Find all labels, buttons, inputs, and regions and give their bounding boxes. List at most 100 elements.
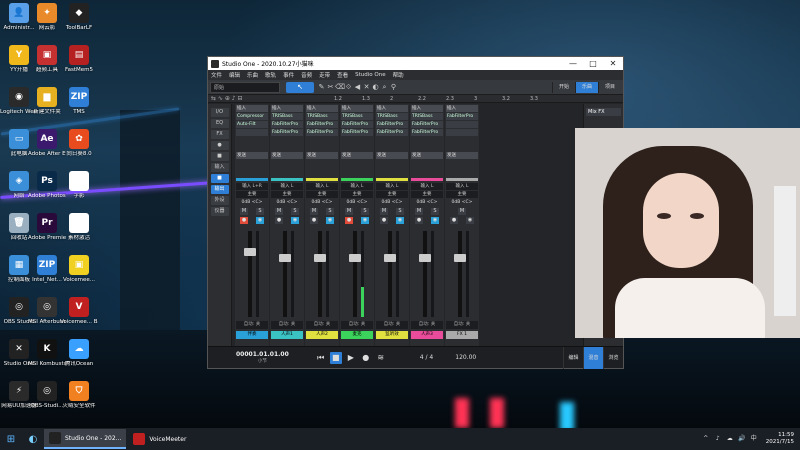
window-titlebar[interactable]: Studio One - 2020.10.27小猫咪 — □ ✕ — [208, 57, 623, 70]
output-route[interactable]: 主要 — [236, 191, 268, 198]
solo-button[interactable]: S — [396, 208, 404, 215]
insert-slot[interactable]: 插入 — [376, 105, 408, 112]
automation-mode[interactable]: 自动: 关 — [271, 321, 303, 329]
tempo-value[interactable]: 120.00 — [455, 354, 476, 361]
insert-slot[interactable] — [236, 129, 268, 136]
monitor-icon[interactable]: ◉ — [256, 217, 264, 224]
pencil-tool-icon[interactable]: ✎ — [317, 82, 326, 93]
channel-name[interactable]: 伴奏 — [236, 331, 268, 339]
timeline-ruler[interactable]: ⇆ ∿ ⊕ ♪ ⊟ 1.2 1.3 2 2.2 2.3 3 3.2 3.3 — [208, 95, 623, 103]
listen-tool-icon[interactable]: ⚲ — [389, 82, 398, 93]
channel-name[interactable]: 麦克 — [341, 331, 373, 339]
solo-button[interactable]: S — [431, 208, 439, 215]
output-route[interactable]: 主要 — [306, 191, 338, 198]
menu-event[interactable]: 事件 — [283, 71, 294, 79]
volume-fader[interactable] — [349, 254, 361, 263]
tab-edit[interactable]: 编辑 — [563, 346, 583, 369]
input-route[interactable]: 输入 L — [376, 183, 408, 190]
monitor-icon[interactable]: ◉ — [326, 217, 334, 224]
output-route[interactable]: 主要 — [446, 191, 478, 198]
input-view-button[interactable]: 输入 — [210, 163, 229, 172]
monitor-icon[interactable]: ◉ — [291, 217, 299, 224]
sends-header[interactable]: 发送 — [236, 152, 268, 159]
preset-combo[interactable]: 原始 — [210, 81, 280, 93]
close-button[interactable]: ✕ — [603, 59, 623, 68]
insert-slot[interactable]: FabFilterPro — [446, 113, 478, 120]
record-view-button[interactable]: ● — [210, 141, 229, 150]
menu-edit[interactable]: 编辑 — [229, 71, 240, 79]
tray-chevron-icon[interactable]: ^ — [702, 435, 710, 443]
channel-name[interactable]: 监听效 — [376, 331, 408, 339]
sends-header[interactable]: 发送 — [271, 152, 303, 159]
menu-audio[interactable]: 音频 — [301, 71, 312, 79]
input-route[interactable]: 输入 L — [411, 183, 443, 190]
edge-browser-icon[interactable]: ◐ — [22, 434, 44, 445]
fader-track[interactable] — [318, 231, 322, 317]
time-display[interactable]: 00001.01.01.00 小节 — [236, 351, 289, 364]
insert-slot[interactable]: FabFilterPro — [341, 121, 373, 128]
solo-button[interactable]: S — [291, 208, 299, 215]
view-toggle-button[interactable]: ■ — [210, 174, 229, 183]
rewind-icon[interactable]: ⏮ — [315, 352, 327, 364]
insert-slot[interactable]: TRISBass — [411, 113, 443, 120]
mute-tool-icon[interactable]: ✕ — [362, 82, 371, 93]
fader-track[interactable] — [283, 231, 287, 317]
pan-readout[interactable]: 0dB <C> — [446, 200, 478, 206]
menu-song[interactable]: 乐曲 — [247, 71, 258, 79]
view-toggle-button[interactable]: ■ — [210, 152, 229, 161]
insert-slot[interactable]: FabFilterPro — [411, 121, 443, 128]
volume-fader[interactable] — [419, 254, 431, 263]
volume-fader[interactable] — [384, 254, 396, 263]
insert-slot[interactable]: Auto-Filt — [236, 121, 268, 128]
monitor-icon[interactable]: ◉ — [361, 217, 369, 224]
channel-name[interactable]: 人声3 — [411, 331, 443, 339]
automation-mode[interactable]: 自动: 关 — [411, 321, 443, 329]
arrow-tool-button[interactable]: ↖ — [286, 81, 314, 93]
mute-button[interactable]: M — [240, 208, 248, 215]
mute-button[interactable]: M — [458, 208, 466, 215]
output-route[interactable]: 主要 — [376, 191, 408, 198]
automation-mode[interactable]: 自动: 关 — [236, 321, 268, 329]
fader-track[interactable] — [353, 231, 357, 317]
tray-audio-icon[interactable]: ♪ — [714, 435, 722, 443]
fader-track[interactable] — [248, 231, 252, 317]
desktop-icon[interactable]: 素材激活 — [60, 213, 98, 242]
menu-view[interactable]: 查看 — [337, 71, 348, 79]
channel-name[interactable]: 人声2 — [306, 331, 338, 339]
maximize-button[interactable]: □ — [583, 59, 603, 68]
automation-mode[interactable]: 自动: 关 — [341, 321, 373, 329]
desktop-icon[interactable]: ⛉ 火绒安全软件 — [60, 381, 98, 410]
sends-header[interactable]: 发送 — [306, 152, 338, 159]
loop-icon[interactable]: ■ — [329, 351, 342, 364]
tab-browse[interactable]: 浏览 — [603, 346, 623, 369]
record-arm-icon[interactable]: ● — [415, 217, 423, 224]
io-button[interactable]: I/O — [210, 108, 229, 117]
solo-button[interactable]: S — [361, 208, 369, 215]
insert-slot[interactable]: 插入 — [341, 105, 373, 112]
insert-slot[interactable]: FabFilterPro — [306, 121, 338, 128]
record-arm-icon[interactable]: ● — [345, 217, 353, 224]
input-route[interactable]: 输入 L — [306, 183, 338, 190]
pan-readout[interactable]: 0dB <C> — [376, 200, 408, 206]
split-tool-icon[interactable]: ✂ — [326, 82, 335, 93]
output-route[interactable]: 主要 — [341, 191, 373, 198]
record-arm-icon[interactable]: ● — [380, 217, 388, 224]
eraser-tool-icon[interactable]: ⌫ — [335, 82, 345, 93]
channel-name[interactable]: FX 1 — [446, 331, 478, 339]
menu-transport[interactable]: 走带 — [319, 71, 330, 79]
tab-mix[interactable]: 混音 — [583, 346, 603, 369]
pan-readout[interactable]: 0dB <C> — [306, 200, 338, 206]
windows-start-icon[interactable]: ⊞ — [0, 434, 22, 445]
insert-slot[interactable]: TRISBass — [376, 113, 408, 120]
fx-button[interactable]: FX — [210, 130, 229, 139]
record-arm-icon[interactable]: ● — [275, 217, 283, 224]
sends-header[interactable]: 发送 — [376, 152, 408, 159]
record-arm-icon[interactable]: ● — [450, 217, 458, 224]
monitor-icon[interactable]: ◉ — [466, 217, 474, 224]
insert-slot[interactable]: FabFilterPro — [306, 129, 338, 136]
input-route[interactable]: 输入 L+R — [236, 183, 268, 190]
pan-readout[interactable]: 0dB <C> — [271, 200, 303, 206]
mute-button[interactable]: M — [415, 208, 423, 215]
mix-fx-label[interactable]: Mix FX — [586, 108, 621, 116]
minimize-button[interactable]: — — [563, 59, 583, 68]
